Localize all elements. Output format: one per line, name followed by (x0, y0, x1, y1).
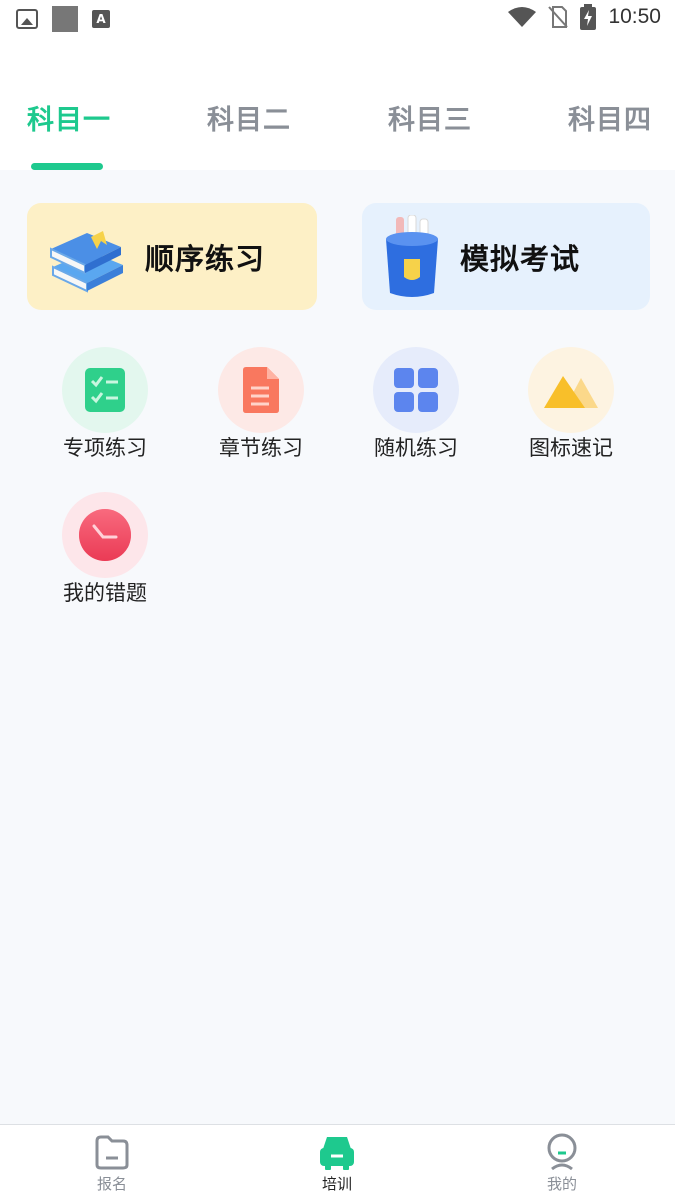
battery-charging-icon (580, 4, 597, 30)
active-tab-indicator (31, 163, 103, 170)
sign-memorize-item[interactable]: 图标速记 (518, 347, 628, 467)
header: 科目一 科目二 科目三 科目四 (0, 38, 675, 170)
chapter-practice-label: 章节练习 (219, 436, 303, 460)
bottom-nav: 报名 培训 我的 (0, 1124, 675, 1200)
special-practice-label: 专项练习 (63, 436, 147, 460)
my-mistakes-label: 我的错题 (63, 581, 147, 605)
wifi-icon (508, 7, 537, 27)
nav-label-me: 我的 (546, 1175, 577, 1193)
subject-tabs: 科目一 科目二 科目三 科目四 (0, 98, 675, 138)
checklist-icon (85, 368, 125, 412)
books-icon (50, 230, 123, 293)
no-sim-icon (548, 6, 569, 28)
tab-subject-3[interactable]: 科目三 (388, 98, 472, 137)
tab-subject-4[interactable]: 科目四 (568, 98, 652, 137)
folder-icon (95, 1135, 129, 1170)
random-practice-item[interactable]: 随机练习 (363, 347, 473, 467)
tab-subject-2[interactable]: 科目二 (207, 98, 291, 137)
random-practice-label: 随机练习 (374, 436, 458, 460)
sequential-practice-label: 顺序练习 (145, 241, 266, 276)
mock-exam-label: 模拟考试 (460, 241, 581, 276)
chapter-practice-item[interactable]: 章节练习 (208, 347, 318, 467)
grid-icon (394, 368, 438, 412)
sign-memorize-label: 图标速记 (529, 436, 613, 460)
image-icon (16, 9, 38, 29)
nav-label-training: 培训 (321, 1175, 352, 1193)
person-icon (547, 1133, 577, 1171)
status-bar: A 10:50 (0, 0, 675, 38)
mountain-icon (544, 376, 598, 408)
pencil-cup-icon (386, 214, 438, 297)
clock-icon (79, 509, 131, 561)
car-icon (320, 1137, 354, 1170)
mock-exam-card[interactable]: 模拟考试 (362, 203, 650, 310)
my-mistakes-item[interactable]: 我的错题 (52, 492, 162, 612)
nav-item-signup[interactable]: 报名 (52, 1125, 172, 1200)
sequential-practice-card[interactable]: 顺序练习 (27, 203, 317, 310)
tab-subject-1[interactable]: 科目一 (27, 98, 111, 137)
clock-time: 10:50 (608, 5, 661, 28)
a-notification-icon: A (92, 10, 110, 28)
nav-item-me[interactable]: 我的 (502, 1125, 622, 1200)
nav-label-signup: 报名 (96, 1175, 127, 1193)
square-icon (52, 6, 78, 32)
special-practice-item[interactable]: 专项练习 (52, 347, 162, 467)
nav-item-training[interactable]: 培训 (277, 1125, 397, 1200)
document-icon (243, 367, 279, 413)
